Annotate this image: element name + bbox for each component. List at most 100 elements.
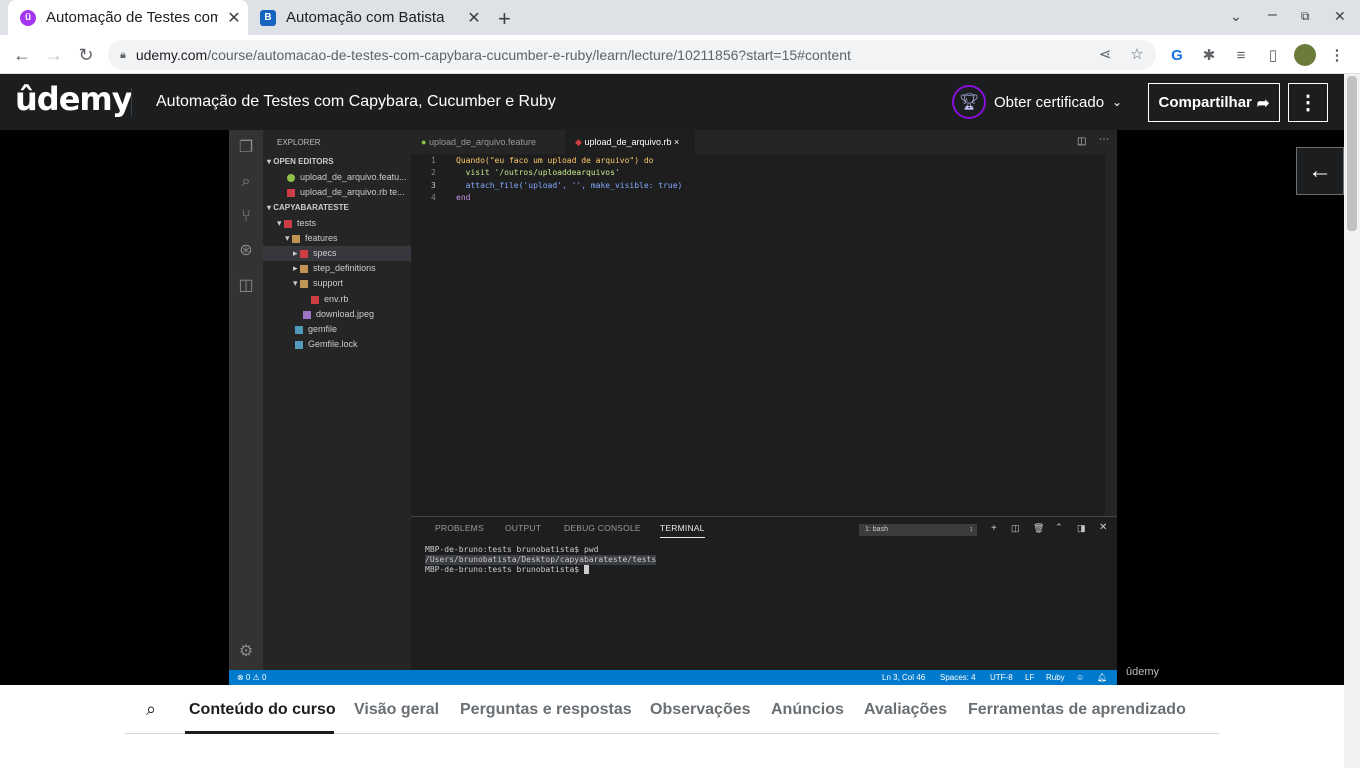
encoding: UTF-8 <box>990 673 1013 682</box>
forward-icon[interactable]: → <box>42 43 66 67</box>
certificate-label: Obter certificado <box>994 93 1105 111</box>
extensions-icon[interactable]: ✱ <box>1198 44 1220 66</box>
browser-tab-batista[interactable]: B Automação com Batista ✕ <box>250 0 486 35</box>
terminal-panel: PROBLEMS OUTPUT DEBUG CONSOLE TERMINAL 1… <box>411 516 1117 670</box>
maximize-panel-icon: ⌃ <box>1055 522 1063 532</box>
line-number: 2 <box>431 168 436 177</box>
tab-search-icon[interactable]: ⌄ <box>1230 8 1242 25</box>
close-tab-icon[interactable]: ✕ <box>466 8 482 28</box>
bell-icon: 🔔︎ <box>1097 673 1108 682</box>
course-title[interactable]: Automação de Testes com Capybara, Cucumb… <box>156 93 556 111</box>
course-tabs: ⌕ Conteúdo do curso Visão geral Pergunta… <box>0 685 1344 768</box>
panel-tab: OUTPUT <box>505 523 542 533</box>
problems-count: ⊗ 0 ⚠ 0 <box>237 673 267 682</box>
reload-icon[interactable]: ↻ <box>74 43 98 67</box>
search-icon[interactable]: ⌕ <box>146 699 156 720</box>
close-tab-icon[interactable]: ✕ <box>226 8 242 28</box>
udemy-header: ûdemy Automação de Testes com Capybara, … <box>0 74 1360 130</box>
code-line: visit '/outros/uploaddearquivos' <box>456 168 620 177</box>
certificate-button[interactable]: 🏆︎ Obter certificado ⌄ <box>952 84 1122 120</box>
code-editor: 1 Quando("eu faco um upload de arquivo")… <box>411 154 1117 516</box>
trash-icon: 🗑︎ <box>1033 523 1045 533</box>
side-panel-icon[interactable]: ▯ <box>1262 44 1284 66</box>
search-icon: ⌕ <box>241 173 251 190</box>
files-icon: ❐ <box>238 139 254 156</box>
split-editor-icon: ◫ <box>1077 136 1087 147</box>
bookmark-star-icon[interactable]: ☆ <box>1126 43 1148 65</box>
new-tab-button[interactable]: + <box>498 6 511 32</box>
trophy-icon: 🏆︎ <box>952 85 986 119</box>
project-header: ▾ CAPYABARATESTE <box>267 203 349 212</box>
share-label: Compartilhar <box>1158 94 1252 111</box>
arrow-left-icon: ← <box>1308 157 1332 184</box>
browser-tab-udemy[interactable]: ü Automação de Testes com Capybara ✕ <box>8 0 248 35</box>
settings-gear-icon: ⚙ <box>238 643 254 660</box>
terminal-select: 1: bash ↕ <box>859 524 977 536</box>
kebab-icon: ⋮ <box>1298 92 1318 114</box>
panel-tab: DEBUG CONSOLE <box>564 523 641 533</box>
editor-tab-active: ◆ upload_de_arquivo.rb × <box>565 130 695 154</box>
line-number: 3 <box>431 181 436 190</box>
line-ending: LF <box>1025 673 1035 682</box>
close-window-icon[interactable]: ✕ <box>1334 8 1346 25</box>
url-bar[interactable]: 🔒︎ udemy.com/course/automacao-de-testes-… <box>108 40 1156 70</box>
header-divider <box>131 88 132 116</box>
more-actions-icon: ⋯ <box>1099 134 1109 145</box>
editor-scrollbar <box>1105 154 1117 516</box>
close-panel-icon: ✕ <box>1099 522 1108 533</box>
share-button[interactable]: Compartilhar ➦ <box>1148 83 1280 122</box>
tab-title: Automação com Batista <box>286 9 445 26</box>
profile-avatar[interactable] <box>1294 44 1316 66</box>
browser-tab-bar: ü Automação de Testes com Capybara ✕ B A… <box>0 0 1360 35</box>
split-terminal-icon: ◫ <box>1011 523 1020 533</box>
extensions-icon: ◫ <box>238 277 254 294</box>
indent-setting: Spaces: 4 <box>940 673 976 682</box>
editor-tab: ● upload_de_arquivo.feature <box>421 137 537 147</box>
tree-item-selected: ▸ specs <box>263 246 411 261</box>
vscode-video-content: ❐ ⌕ ⑂ ⊛ ◫ ⚙ EXPLORER ▾ OPEN EDITORS uplo… <box>229 130 1117 685</box>
status-bar: ⊗ 0 ⚠ 0 Ln 3, Col 46 Spaces: 4 UTF-8 LF … <box>229 670 1117 685</box>
source-control-icon: ⑂ <box>241 208 251 225</box>
tab-overview[interactable]: Visão geral <box>354 701 439 719</box>
back-icon[interactable]: ← <box>10 43 34 67</box>
media-control-icon[interactable]: ≡ <box>1230 44 1252 66</box>
add-terminal-icon: + <box>991 523 997 534</box>
tab-notes[interactable]: Observações <box>650 701 751 719</box>
panel-tab: PROBLEMS <box>435 523 484 533</box>
tree-item: ▾ tests <box>277 218 317 228</box>
panel-layout-icon: ◨ <box>1077 523 1086 533</box>
more-options-button[interactable]: ⋮ <box>1288 83 1328 122</box>
code-line: Quando("eu faco um upload de arquivo") d… <box>456 156 654 165</box>
restore-icon[interactable]: ⧉ <box>1301 9 1310 24</box>
terminal-line: /Users/brunobatista/Desktop/capyabarates… <box>425 555 657 565</box>
tab-qa[interactable]: Perguntas e respostas <box>460 701 632 719</box>
explorer-title: EXPLORER <box>277 138 321 147</box>
collapse-sidebar-button[interactable]: ← <box>1296 147 1344 195</box>
panel-tab-active: TERMINAL <box>660 523 705 538</box>
line-number: 4 <box>431 193 436 202</box>
tab-title: Automação de Testes com Capybara <box>46 9 218 26</box>
udemy-logo[interactable]: ûdemy <box>15 80 133 118</box>
terminal-line: MBP-de-bruno:tests brunobatista$ pwd <box>425 545 599 554</box>
share-page-icon[interactable]: ⋖ <box>1094 43 1116 65</box>
cursor-position: Ln 3, Col 46 <box>882 673 926 682</box>
tab-learning-tools[interactable]: Ferramentas de aprendizado <box>968 701 1186 719</box>
chevron-down-icon: ⌄ <box>1112 95 1123 109</box>
page-scrollbar[interactable] <box>1344 74 1360 768</box>
terminal-output: MBP-de-bruno:tests brunobatista$ pwd/Use… <box>425 545 657 575</box>
browser-menu-icon[interactable]: ⋮ <box>1326 44 1348 66</box>
language-mode: Ruby <box>1046 673 1065 682</box>
address-bar-row: ← → ↻ 🔒︎ udemy.com/course/automacao-de-t… <box>0 35 1360 74</box>
code-line: end <box>456 193 471 202</box>
explorer-sidebar: EXPLORER ▾ OPEN EDITORS upload_de_arquiv… <box>263 130 411 670</box>
minimize-icon[interactable]: – <box>1268 6 1277 24</box>
tab-course-content[interactable]: Conteúdo do curso <box>189 701 336 719</box>
url-host: udemy.com <box>135 47 208 63</box>
open-editors-header: ▾ OPEN EDITORS <box>267 157 334 166</box>
editor-tabs: ● upload_de_arquivo.feature ◆ upload_de_… <box>411 130 1117 154</box>
tab-reviews[interactable]: Avaliações <box>864 701 947 719</box>
scrollbar-thumb[interactable] <box>1347 76 1357 231</box>
lock-icon: 🔒︎ <box>120 48 126 61</box>
tab-announcements[interactable]: Anúncios <box>771 701 844 719</box>
translate-icon[interactable]: G <box>1166 44 1188 66</box>
